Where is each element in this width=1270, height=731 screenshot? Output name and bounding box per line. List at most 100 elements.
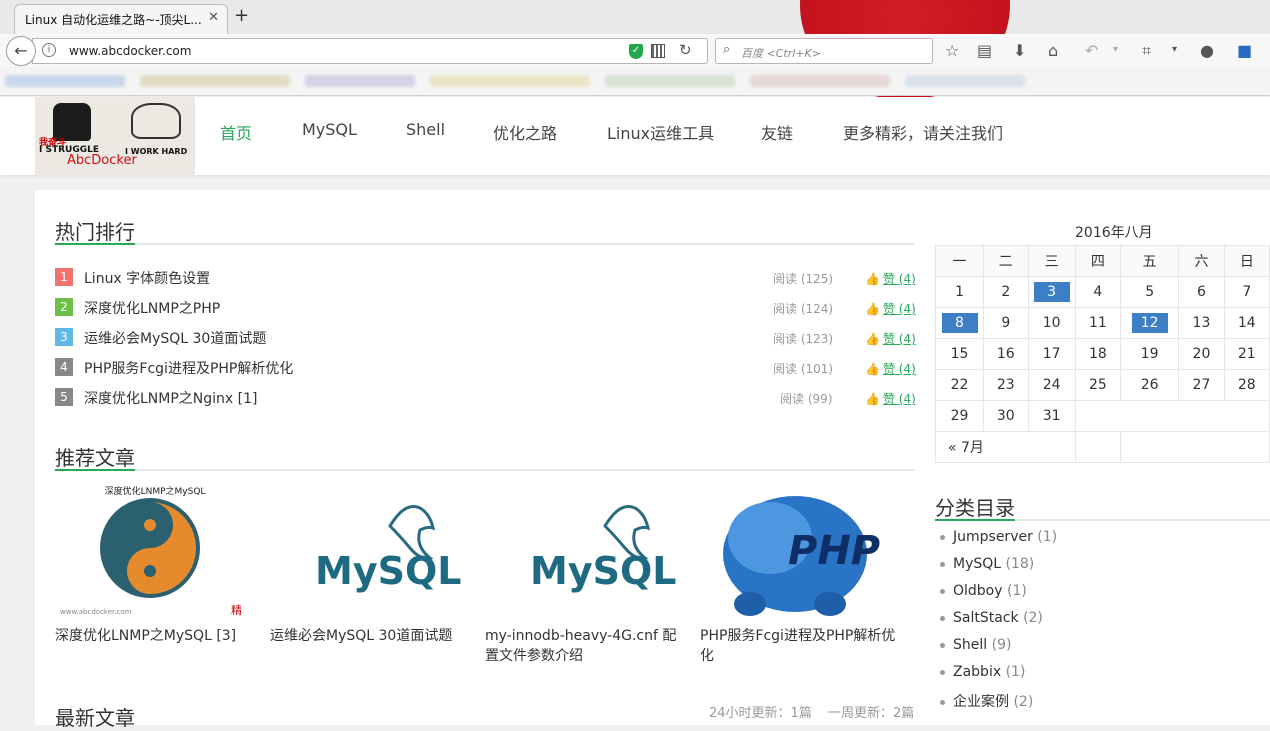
bookmark-item[interactable] <box>750 75 890 87</box>
article-caption[interactable]: 运维必会MySQL 30道面试题 <box>270 626 470 646</box>
hot-item-title[interactable]: PHP服务Fcgi进程及PHP解析优化 <box>84 358 293 378</box>
nav-links[interactable]: 友链 <box>761 120 793 144</box>
url-text[interactable]: www.abcdocker.com <box>69 44 191 58</box>
bullet-icon <box>940 642 945 648</box>
bookmark-item[interactable] <box>140 75 290 87</box>
back-button[interactable]: ← <box>6 36 36 66</box>
calendar-day: 30 <box>983 400 1029 432</box>
hot-item-title[interactable]: Linux 字体颜色设置 <box>84 268 210 288</box>
bullet-icon <box>940 588 945 594</box>
recommend-card[interactable]: MySQL my-innodb-heavy-4G.cnf 配置文件参数介绍 <box>485 486 685 671</box>
undo-icon[interactable]: ↶ <box>1085 41 1098 60</box>
nav-home[interactable]: 首页 <box>220 120 252 144</box>
article-caption[interactable]: PHP服务Fcgi进程及PHP解析优化 <box>700 626 900 666</box>
undo-dropdown-icon[interactable]: ▾ <box>1113 44 1118 55</box>
extension-icon[interactable]: ■ <box>1237 41 1252 60</box>
crop-icon[interactable]: ⌗ <box>1142 41 1151 61</box>
bullet-icon <box>940 699 945 705</box>
search-placeholder[interactable]: 百度 <Ctrl+K> <box>741 45 821 61</box>
like-button[interactable]: 👍 赞 (4) <box>865 360 916 377</box>
calendar-title: 2016年八月 <box>1075 225 1153 241</box>
hot-item-reads: 阅读 (125) <box>773 272 834 286</box>
calendar-day: 20 <box>1178 338 1225 370</box>
calendar-day-link[interactable]: 12 <box>1120 307 1180 339</box>
category-item[interactable]: Shell (9) <box>940 637 1011 653</box>
bullet-icon <box>940 534 945 540</box>
like-button[interactable]: 👍 赞 (4) <box>865 300 916 317</box>
calendar-day: 24 <box>1027 369 1076 401</box>
browser-tab[interactable]: Linux 自动化运维之路~-顶尖L... ✕ <box>14 4 228 34</box>
calendar-week: 8 9 10 11 12 13 14 <box>934 307 1270 339</box>
weekday-label: 一 <box>934 245 985 277</box>
calendar-day: 17 <box>1027 338 1076 370</box>
crop-dropdown-icon[interactable]: ▾ <box>1172 44 1177 55</box>
rank-badge: 4 <box>55 358 73 376</box>
article-thumbnail[interactable]: PHP <box>700 486 900 622</box>
address-bar[interactable]: i www.abcdocker.com ✓ ↻ <box>32 38 708 64</box>
site-logo[interactable]: 我奋斗 I STRUGGLE I WORK HARD AbcDocker <box>35 97 195 175</box>
bullet-icon <box>940 561 945 567</box>
bookmark-item[interactable] <box>605 75 735 87</box>
like-button[interactable]: 👍 赞 (4) <box>865 390 916 407</box>
chat-icon[interactable]: ● <box>1200 41 1214 60</box>
article-thumbnail[interactable]: 深度优化LNMP之MySQL www.abcdocker.com 精 <box>55 486 255 622</box>
bookmark-item[interactable] <box>430 75 590 87</box>
hot-item-reads: 阅读 (101) <box>773 362 834 376</box>
calendar-day: 21 <box>1223 338 1270 370</box>
reload-icon[interactable]: ↻ <box>679 41 692 59</box>
calendar-prev-month[interactable]: « 7月 <box>935 431 1076 463</box>
shield-icon[interactable]: ✓ <box>629 44 643 59</box>
calendar-week: 1 2 3 4 5 6 7 <box>934 276 1270 308</box>
article-caption[interactable]: my-innodb-heavy-4G.cnf 配置文件参数介绍 <box>485 626 685 666</box>
calendar-weekdays: 一 二 三 四 五 六 日 <box>934 245 1270 277</box>
hot-item-title[interactable]: 运维必会MySQL 30道面试题 <box>84 328 266 348</box>
category-item[interactable]: 企业案例 (2) <box>940 691 1033 711</box>
hot-item-title[interactable]: 深度优化LNMP之PHP <box>84 298 220 318</box>
calendar-day: 16 <box>983 338 1029 370</box>
bookmark-item[interactable] <box>905 75 1025 87</box>
recommend-card[interactable]: 深度优化LNMP之MySQL www.abcdocker.com 精 深度优化L… <box>55 486 255 671</box>
info-icon[interactable]: i <box>42 43 56 57</box>
hot-item: 1 Linux 字体颜色设置 阅读 (125) 👍 赞 (4) <box>55 267 916 288</box>
nav-optimization[interactable]: 优化之路 <box>493 120 557 144</box>
category-item[interactable]: Jumpserver (1) <box>940 529 1057 545</box>
home-icon[interactable]: ⌂ <box>1048 41 1058 60</box>
calendar-day: 15 <box>934 338 985 370</box>
article-thumbnail[interactable]: MySQL <box>270 486 470 622</box>
new-tab-icon[interactable]: + <box>234 5 249 26</box>
qr-code-icon[interactable] <box>651 44 665 58</box>
bookmark-item[interactable] <box>305 75 415 87</box>
bookmark-star-icon[interactable]: ☆ <box>945 41 959 60</box>
calendar-day: 29 <box>934 400 985 432</box>
like-button[interactable]: 👍 赞 (4) <box>865 270 916 287</box>
calendar-day-link[interactable]: 3 <box>1027 276 1076 308</box>
calendar-day: 31 <box>1027 400 1076 432</box>
category-item[interactable]: SaltStack (2) <box>940 610 1043 626</box>
like-button[interactable]: 👍 赞 (4) <box>865 330 916 347</box>
article-caption[interactable]: 深度优化LNMP之MySQL [3] <box>55 626 255 646</box>
weekday-label: 四 <box>1074 245 1122 277</box>
category-item[interactable]: MySQL (18) <box>940 556 1034 572</box>
nav-follow-us[interactable]: 更多精彩，请关注我们 <box>843 120 1003 144</box>
hot-item-title[interactable]: 深度优化LNMP之Nginx [1] <box>84 388 257 408</box>
calendar-day-link[interactable]: 8 <box>934 307 985 339</box>
svg-text:PHP: PHP <box>788 528 880 574</box>
bookmark-item[interactable] <box>5 75 125 87</box>
nav-linux-tools[interactable]: Linux运维工具 <box>607 120 714 144</box>
download-icon[interactable]: ⬇ <box>1013 41 1026 60</box>
calendar-day: 19 <box>1120 338 1180 370</box>
category-item[interactable]: Oldboy (1) <box>940 583 1027 599</box>
close-tab-icon[interactable]: ✕ <box>208 10 219 25</box>
recommend-card[interactable]: PHP PHP服务Fcgi进程及PHP解析优化 <box>700 486 900 671</box>
reading-list-icon[interactable]: ▤ <box>977 41 992 60</box>
article-thumbnail[interactable]: MySQL <box>485 486 685 622</box>
nav-mysql[interactable]: MySQL <box>302 120 357 139</box>
weekday-label: 六 <box>1178 245 1225 277</box>
recommend-card[interactable]: MySQL 运维必会MySQL 30道面试题 <box>270 486 470 671</box>
hot-ranking-underline <box>55 243 915 245</box>
site-header: 我奋斗 I STRUGGLE I WORK HARD AbcDocker 首页 … <box>0 97 1270 175</box>
category-item[interactable]: Zabbix (1) <box>940 664 1025 680</box>
nav-shell[interactable]: Shell <box>406 120 445 139</box>
calendar-nav: « 7月 <box>935 431 1270 463</box>
search-bar[interactable]: ⌕ 百度 <Ctrl+K> <box>715 38 933 64</box>
